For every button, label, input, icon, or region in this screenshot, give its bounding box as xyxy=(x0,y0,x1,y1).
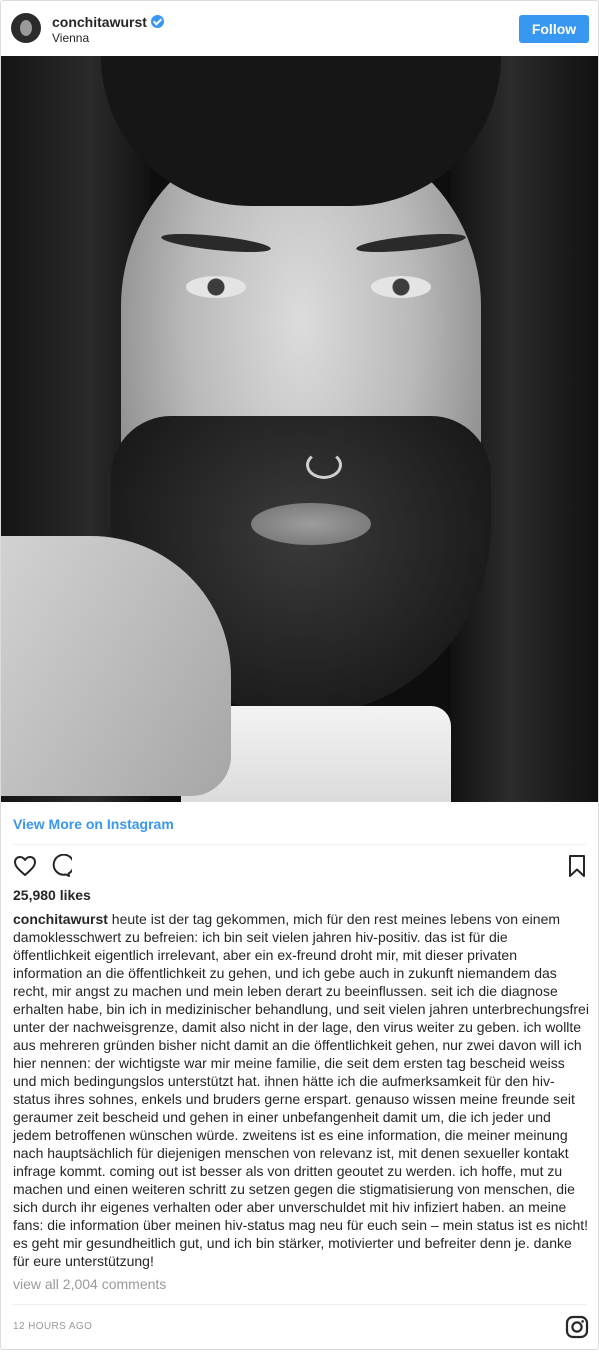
caption: conchitawurst heute ist der tag gekommen… xyxy=(13,910,589,1270)
follow-button[interactable]: Follow xyxy=(519,15,589,43)
timestamp[interactable]: 12 HOURS AGO xyxy=(13,1321,92,1332)
view-all-comments-link[interactable]: view all 2,004 comments xyxy=(13,1276,166,1292)
bookmark-outline-icon[interactable] xyxy=(567,854,587,878)
instagram-logo-icon[interactable] xyxy=(565,1315,589,1339)
avatar[interactable] xyxy=(11,13,41,43)
post-photo[interactable] xyxy=(1,56,598,802)
heart-outline-icon[interactable] xyxy=(13,854,37,878)
verified-badge-icon xyxy=(150,15,164,28)
likes-count[interactable]: 25,980 likes xyxy=(13,887,91,903)
username[interactable]: conchitawurst xyxy=(52,14,147,30)
caption-username[interactable]: conchitawurst xyxy=(13,911,108,927)
view-more-link[interactable]: View More on Instagram xyxy=(13,816,174,832)
post-header: conchitawurst Vienna Follow xyxy=(1,1,598,55)
instagram-embed-card: conchitawurst Vienna Follow View More on… xyxy=(0,0,599,1350)
comment-bubble-icon[interactable] xyxy=(48,854,72,878)
caption-text: heute ist der tag gekommen, mich für den… xyxy=(13,911,589,1269)
divider xyxy=(13,844,586,845)
username-line[interactable]: conchitawurst xyxy=(52,14,164,30)
divider xyxy=(13,1304,586,1305)
location[interactable]: Vienna xyxy=(52,31,89,45)
